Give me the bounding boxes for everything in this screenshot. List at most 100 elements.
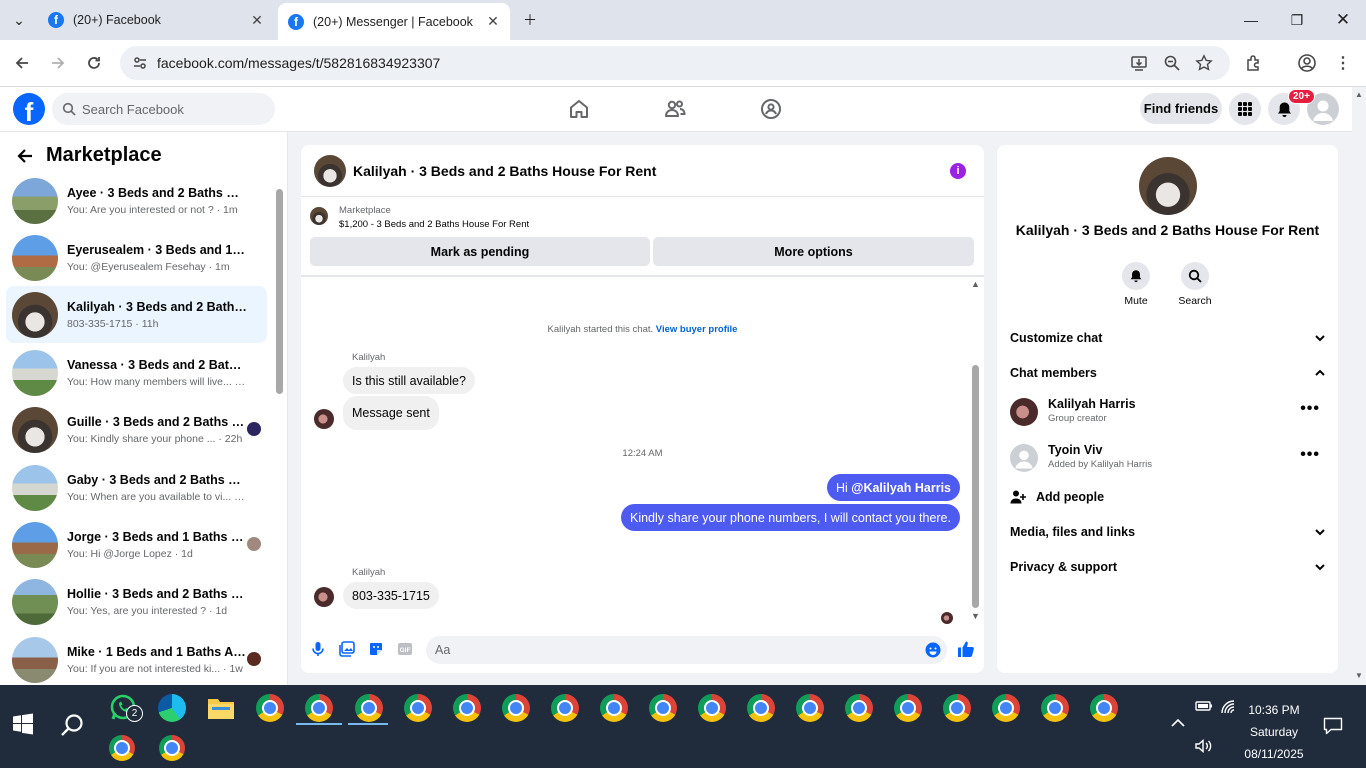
home-icon[interactable] — [567, 97, 593, 123]
new-tab-button[interactable]: ＋ — [507, 0, 553, 40]
chrome-profile-icon[interactable] — [600, 694, 628, 722]
battery-icon[interactable] — [1195, 699, 1213, 713]
conversation-item[interactable]: Guille · 3 Beds and 2 Baths H... You: Kin… — [6, 401, 267, 458]
chrome-profile-icon[interactable] — [992, 694, 1020, 722]
chat-title[interactable]: Kalilyah · 3 Beds and 2 Baths House For … — [353, 163, 656, 179]
conversation-item[interactable]: Hollie · 3 Beds and 2 Baths Hou... You: Y… — [6, 573, 267, 630]
mute-button[interactable]: Mute — [1111, 262, 1161, 307]
scroll-down-arrow-icon[interactable]: ▼ — [971, 611, 980, 621]
chrome-profile-icon[interactable] — [355, 694, 383, 722]
tab-close-icon[interactable]: ✕ — [246, 12, 268, 29]
menu-grid-icon[interactable] — [1229, 93, 1261, 125]
restore-icon[interactable]: ❐ — [1274, 0, 1320, 40]
more-options-icon[interactable]: ••• — [1300, 400, 1320, 418]
chrome-profile-icon[interactable] — [894, 694, 922, 722]
reload-icon[interactable] — [83, 52, 105, 74]
info-icon[interactable]: i — [950, 163, 966, 179]
file-explorer-icon[interactable] — [207, 695, 235, 723]
search-icon[interactable] — [60, 713, 88, 741]
chrome-icon[interactable] — [256, 694, 284, 722]
profile-icon[interactable] — [1296, 52, 1318, 74]
message-bubble-incoming[interactable]: Message sent — [343, 396, 439, 430]
media-files-links-section[interactable]: Media, files and links — [1010, 525, 1326, 539]
chrome-profile-icon[interactable] — [404, 694, 432, 722]
customize-chat-section[interactable]: Customize chat — [1010, 331, 1326, 345]
conversation-item[interactable]: Ayee · 3 Beds and 2 Baths Hous... You: Ar… — [6, 172, 267, 229]
tab-close-icon[interactable]: ✕ — [482, 13, 504, 30]
search-in-chat-button[interactable]: Search — [1170, 262, 1220, 307]
chrome-profile-icon[interactable] — [502, 694, 530, 722]
microphone-icon[interactable] — [310, 641, 326, 657]
conversation-item[interactable]: Gaby · 3 Beds and 2 Baths Hous... You: Wh… — [6, 459, 267, 516]
find-friends-button[interactable]: Find friends — [1140, 93, 1222, 124]
volume-icon[interactable] — [1195, 739, 1213, 753]
chrome-profile-icon[interactable] — [943, 694, 971, 722]
forward-icon[interactable] — [47, 52, 69, 74]
bookmark-star-icon[interactable] — [1195, 54, 1213, 72]
address-bar[interactable]: facebook.com/messages/t/582816834923307 — [120, 46, 1230, 80]
chrome-profile-icon[interactable] — [649, 694, 677, 722]
tab-search-icon[interactable]: ⌄ — [0, 0, 38, 40]
chrome-profile-icon[interactable] — [453, 694, 481, 722]
chat-info-avatar[interactable] — [1139, 157, 1197, 215]
message-bubble-incoming[interactable]: 803-335-1715 — [343, 582, 439, 609]
chrome-profile-icon[interactable] — [551, 694, 579, 722]
show-hidden-icons-chevron-icon[interactable] — [1170, 717, 1186, 729]
taskbar-clock[interactable]: 10:36 PM Saturday 08/11/2025 — [1232, 699, 1316, 765]
scroll-down-arrow-icon[interactable]: ▼ — [1355, 671, 1363, 680]
zoom-icon[interactable] — [1163, 54, 1181, 72]
browser-menu-icon[interactable]: ⋮ — [1332, 52, 1354, 74]
gif-icon[interactable]: GIF — [397, 641, 413, 657]
message-input[interactable]: Aa — [426, 636, 947, 664]
add-people-button[interactable]: Add people — [1010, 489, 1326, 505]
conversation-item[interactable]: Mike · 1 Beds and 1 Baths Ap... You: If y… — [6, 631, 267, 685]
chrome-profile-icon[interactable] — [159, 735, 185, 761]
sender-avatar[interactable] — [314, 409, 334, 429]
back-arrow-icon[interactable] — [16, 147, 34, 165]
close-window-icon[interactable]: ✕ — [1320, 0, 1366, 40]
chrome-profile-icon[interactable] — [845, 694, 873, 722]
chrome-profile-icon[interactable] — [1090, 694, 1118, 722]
chrome-profile-icon[interactable] — [698, 694, 726, 722]
tab-facebook[interactable]: f (20+) Facebook ✕ — [38, 0, 274, 40]
mention[interactable]: @Kalilyah Harris — [851, 481, 951, 495]
conversation-item[interactable]: Jorge · 3 Beds and 1 Baths Ho... You: Hi … — [6, 516, 267, 573]
conversation-item[interactable]: Vanessa · 3 Beds and 2 Baths H... You: Ho… — [6, 344, 267, 401]
chrome-profile-icon[interactable] — [305, 694, 333, 722]
chrome-profile-icon[interactable] — [109, 735, 135, 761]
facebook-logo-icon[interactable]: f — [13, 93, 45, 125]
sidebar-scrollbar[interactable] — [276, 189, 283, 394]
page-scrollbar[interactable]: ▲ ▼ — [1352, 87, 1366, 685]
chat-scrollbar[interactable] — [972, 365, 979, 608]
chrome-profile-icon[interactable] — [747, 694, 775, 722]
view-buyer-profile-link[interactable]: View buyer profile — [656, 324, 738, 335]
search-facebook-input[interactable]: Search Facebook — [52, 93, 275, 125]
photo-gallery-icon[interactable] — [339, 641, 355, 657]
friends-icon[interactable] — [663, 97, 689, 123]
conversation-item[interactable]: Eyerusealem · 3 Beds and 1 Bath... You: @… — [6, 229, 267, 286]
windows-start-icon[interactable] — [12, 713, 36, 737]
groups-icon[interactable] — [759, 97, 785, 123]
more-options-icon[interactable]: ••• — [1300, 446, 1320, 464]
chat-avatar[interactable] — [314, 154, 346, 187]
sender-avatar[interactable] — [314, 587, 334, 607]
scroll-up-arrow-icon[interactable]: ▲ — [1355, 90, 1363, 99]
chat-member-item[interactable]: Kalilyah Harris Group creator ••• — [1010, 397, 1326, 429]
message-bubble-outgoing[interactable]: Hi @Kalilyah Harris — [826, 474, 960, 501]
sticker-icon[interactable] — [368, 641, 384, 657]
chat-member-item[interactable]: Tyoin Viv Added by Kalilyah Harris ••• — [1010, 443, 1326, 475]
chrome-profile-icon[interactable] — [1041, 694, 1069, 722]
tab-messenger[interactable]: f (20+) Messenger | Facebook ✕ — [278, 3, 510, 40]
site-info-icon[interactable] — [132, 55, 148, 71]
privacy-support-section[interactable]: Privacy & support — [1010, 560, 1326, 574]
install-app-icon[interactable] — [1130, 54, 1148, 72]
chat-members-section[interactable]: Chat members — [1010, 366, 1326, 380]
message-bubble-outgoing[interactable]: Kindly share your phone numbers, I will … — [620, 504, 960, 531]
extensions-icon[interactable] — [1243, 52, 1265, 74]
edge-browser-icon[interactable] — [158, 694, 186, 722]
chrome-profile-icon[interactable] — [796, 694, 824, 722]
conversation-item-active[interactable]: Kalilyah · 3 Beds and 2 Baths H... 803-33… — [6, 286, 267, 343]
message-bubble-incoming[interactable]: Is this still available? — [343, 367, 475, 394]
scroll-up-arrow-icon[interactable]: ▲ — [971, 279, 980, 289]
thumbs-up-like-icon[interactable] — [957, 640, 975, 658]
